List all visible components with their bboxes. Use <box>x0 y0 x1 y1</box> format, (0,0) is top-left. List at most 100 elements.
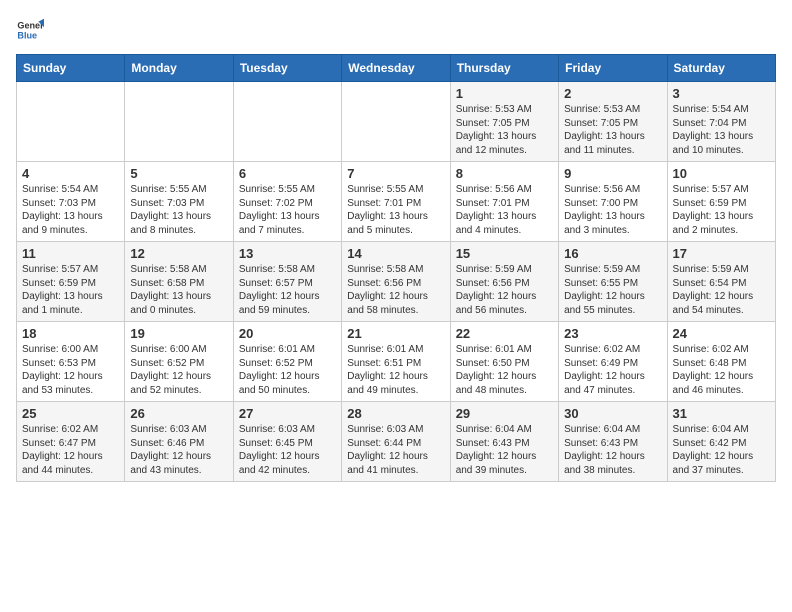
day-number: 7 <box>347 166 444 181</box>
day-info: Sunrise: 6:02 AM Sunset: 6:49 PM Dayligh… <box>564 343 661 397</box>
day-info: Sunrise: 6:04 AM Sunset: 6:42 PM Dayligh… <box>673 423 770 477</box>
calendar-cell: 24 Sunrise: 6:02 AM Sunset: 6:48 PM Dayli… <box>667 322 775 402</box>
calendar-cell: 19 Sunrise: 6:00 AM Sunset: 6:52 PM Dayli… <box>125 322 233 402</box>
day-info: Sunrise: 6:04 AM Sunset: 6:43 PM Dayligh… <box>564 423 661 477</box>
day-info: Sunrise: 6:02 AM Sunset: 6:48 PM Dayligh… <box>673 343 770 397</box>
day-info: Sunrise: 5:59 AM Sunset: 6:55 PM Dayligh… <box>564 263 661 317</box>
day-number: 17 <box>673 246 770 261</box>
calendar-cell: 8 Sunrise: 5:56 AM Sunset: 7:01 PM Daylig… <box>450 162 558 242</box>
day-number: 21 <box>347 326 444 341</box>
day-info: Sunrise: 5:59 AM Sunset: 6:54 PM Dayligh… <box>673 263 770 317</box>
day-info: Sunrise: 6:03 AM Sunset: 6:44 PM Dayligh… <box>347 423 444 477</box>
day-info: Sunrise: 5:54 AM Sunset: 7:04 PM Dayligh… <box>673 103 770 157</box>
day-info: Sunrise: 5:55 AM Sunset: 7:02 PM Dayligh… <box>239 183 336 237</box>
calendar-cell: 30 Sunrise: 6:04 AM Sunset: 6:43 PM Dayli… <box>559 402 667 482</box>
calendar-week-row: 4Sunrise: 5:54 AM Sunset: 7:03 PM Daylig… <box>17 162 776 242</box>
day-number: 11 <box>22 246 119 261</box>
day-info: Sunrise: 5:55 AM Sunset: 7:01 PM Dayligh… <box>347 183 444 237</box>
weekday-header: Wednesday <box>342 55 450 82</box>
day-number: 20 <box>239 326 336 341</box>
page-header: General Blue <box>16 16 776 44</box>
weekday-header: Thursday <box>450 55 558 82</box>
weekday-header: Sunday <box>17 55 125 82</box>
day-info: Sunrise: 5:55 AM Sunset: 7:03 PM Dayligh… <box>130 183 227 237</box>
day-number: 5 <box>130 166 227 181</box>
calendar-cell: 13 Sunrise: 5:58 AM Sunset: 6:57 PM Dayli… <box>233 242 341 322</box>
calendar-cell: 16 Sunrise: 5:59 AM Sunset: 6:55 PM Dayli… <box>559 242 667 322</box>
day-number: 9 <box>564 166 661 181</box>
day-number: 15 <box>456 246 553 261</box>
day-number: 23 <box>564 326 661 341</box>
day-number: 19 <box>130 326 227 341</box>
day-info: Sunrise: 5:58 AM Sunset: 6:58 PM Dayligh… <box>130 263 227 317</box>
weekday-header: Saturday <box>667 55 775 82</box>
calendar-cell: 20 Sunrise: 6:01 AM Sunset: 6:52 PM Dayli… <box>233 322 341 402</box>
day-number: 25 <box>22 406 119 421</box>
calendar-week-row: 11 Sunrise: 5:57 AM Sunset: 6:59 PM Dayli… <box>17 242 776 322</box>
calendar-cell: 26 Sunrise: 6:03 AM Sunset: 6:46 PM Dayli… <box>125 402 233 482</box>
day-info: Sunrise: 5:53 AM Sunset: 7:05 PM Dayligh… <box>564 103 661 157</box>
day-number: 26 <box>130 406 227 421</box>
day-number: 22 <box>456 326 553 341</box>
day-number: 10 <box>673 166 770 181</box>
day-number: 28 <box>347 406 444 421</box>
calendar-cell: 31 Sunrise: 6:04 AM Sunset: 6:42 PM Dayli… <box>667 402 775 482</box>
day-number: 30 <box>564 406 661 421</box>
day-number: 8 <box>456 166 553 181</box>
calendar-cell: 23 Sunrise: 6:02 AM Sunset: 6:49 PM Dayli… <box>559 322 667 402</box>
calendar-cell: 9 Sunrise: 5:56 AM Sunset: 7:00 PM Daylig… <box>559 162 667 242</box>
day-info: Sunrise: 6:00 AM Sunset: 6:53 PM Dayligh… <box>22 343 119 397</box>
day-info: Sunrise: 6:02 AM Sunset: 6:47 PM Dayligh… <box>22 423 119 477</box>
calendar-cell: 17 Sunrise: 5:59 AM Sunset: 6:54 PM Dayli… <box>667 242 775 322</box>
day-number: 14 <box>347 246 444 261</box>
day-number: 27 <box>239 406 336 421</box>
day-number: 3 <box>673 86 770 101</box>
calendar-cell: 2 Sunrise: 5:53 AM Sunset: 7:05 PM Daylig… <box>559 82 667 162</box>
day-info: Sunrise: 5:57 AM Sunset: 6:59 PM Dayligh… <box>673 183 770 237</box>
calendar-cell: 22 Sunrise: 6:01 AM Sunset: 6:50 PM Dayli… <box>450 322 558 402</box>
logo-icon: General Blue <box>16 16 44 44</box>
calendar-cell: 11 Sunrise: 5:57 AM Sunset: 6:59 PM Dayli… <box>17 242 125 322</box>
day-info: Sunrise: 6:01 AM Sunset: 6:50 PM Dayligh… <box>456 343 553 397</box>
calendar-body: 1 Sunrise: 5:53 AM Sunset: 7:05 PM Daylig… <box>17 82 776 482</box>
calendar-table: SundayMondayTuesdayWednesdayThursdayFrid… <box>16 54 776 482</box>
day-info: Sunrise: 6:00 AM Sunset: 6:52 PM Dayligh… <box>130 343 227 397</box>
calendar-header: SundayMondayTuesdayWednesdayThursdayFrid… <box>17 55 776 82</box>
day-info: Sunrise: 5:56 AM Sunset: 7:01 PM Dayligh… <box>456 183 553 237</box>
day-number: 18 <box>22 326 119 341</box>
day-info: Sunrise: 6:01 AM Sunset: 6:52 PM Dayligh… <box>239 343 336 397</box>
calendar-cell: 5 Sunrise: 5:55 AM Sunset: 7:03 PM Daylig… <box>125 162 233 242</box>
day-number: 29 <box>456 406 553 421</box>
day-number: 31 <box>673 406 770 421</box>
calendar-week-row: 1 Sunrise: 5:53 AM Sunset: 7:05 PM Daylig… <box>17 82 776 162</box>
day-number: 24 <box>673 326 770 341</box>
day-info: Sunrise: 6:03 AM Sunset: 6:46 PM Dayligh… <box>130 423 227 477</box>
day-info: Sunrise: 5:58 AM Sunset: 6:56 PM Dayligh… <box>347 263 444 317</box>
day-info: Sunrise: 5:59 AM Sunset: 6:56 PM Dayligh… <box>456 263 553 317</box>
calendar-cell <box>125 82 233 162</box>
calendar-cell: 4Sunrise: 5:54 AM Sunset: 7:03 PM Daylig… <box>17 162 125 242</box>
day-number: 16 <box>564 246 661 261</box>
calendar-cell <box>17 82 125 162</box>
day-number: 13 <box>239 246 336 261</box>
calendar-cell: 6 Sunrise: 5:55 AM Sunset: 7:02 PM Daylig… <box>233 162 341 242</box>
day-info: Sunrise: 5:57 AM Sunset: 6:59 PM Dayligh… <box>22 263 119 317</box>
calendar-cell <box>342 82 450 162</box>
weekday-header-row: SundayMondayTuesdayWednesdayThursdayFrid… <box>17 55 776 82</box>
day-info: Sunrise: 5:56 AM Sunset: 7:00 PM Dayligh… <box>564 183 661 237</box>
day-info: Sunrise: 6:04 AM Sunset: 6:43 PM Dayligh… <box>456 423 553 477</box>
calendar-cell: 25 Sunrise: 6:02 AM Sunset: 6:47 PM Dayli… <box>17 402 125 482</box>
logo: General Blue <box>16 16 44 44</box>
day-number: 2 <box>564 86 661 101</box>
calendar-cell: 12Sunrise: 5:58 AM Sunset: 6:58 PM Dayli… <box>125 242 233 322</box>
calendar-cell: 3 Sunrise: 5:54 AM Sunset: 7:04 PM Daylig… <box>667 82 775 162</box>
calendar-cell: 29 Sunrise: 6:04 AM Sunset: 6:43 PM Dayli… <box>450 402 558 482</box>
day-info: Sunrise: 6:01 AM Sunset: 6:51 PM Dayligh… <box>347 343 444 397</box>
day-number: 4 <box>22 166 119 181</box>
calendar-cell: 18 Sunrise: 6:00 AM Sunset: 6:53 PM Dayli… <box>17 322 125 402</box>
day-info: Sunrise: 5:58 AM Sunset: 6:57 PM Dayligh… <box>239 263 336 317</box>
weekday-header: Tuesday <box>233 55 341 82</box>
day-number: 1 <box>456 86 553 101</box>
day-number: 6 <box>239 166 336 181</box>
calendar-week-row: 25 Sunrise: 6:02 AM Sunset: 6:47 PM Dayli… <box>17 402 776 482</box>
